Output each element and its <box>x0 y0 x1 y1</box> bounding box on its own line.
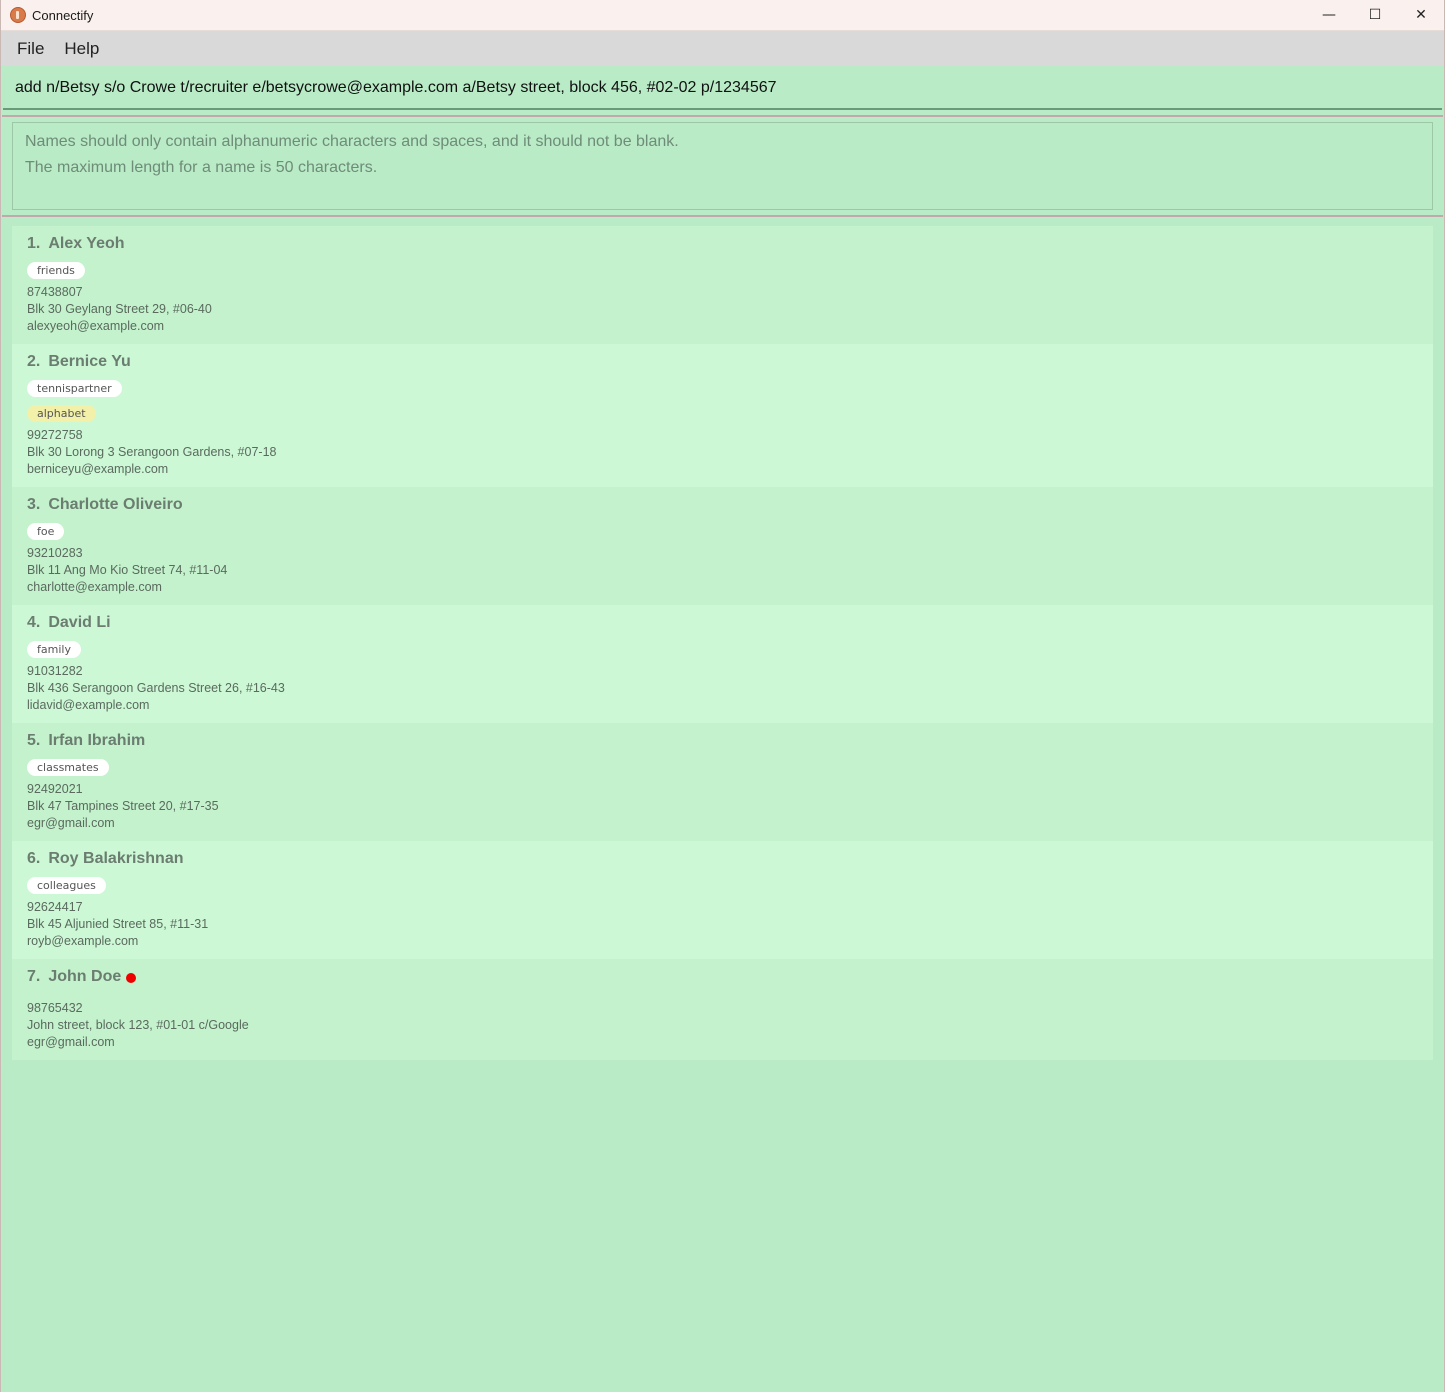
result-line-1: Names should only contain alphanumeric c… <box>25 133 679 150</box>
person-name: David Li <box>48 614 111 631</box>
person-address: Blk 30 Geylang Street 29, #06-40 <box>27 302 212 316</box>
person-card[interactable]: 2. Bernice Yu tennispartner alphabet 9927275… <box>12 344 1433 487</box>
person-phone: 91031282 <box>27 664 83 678</box>
person-list[interactable]: 1. Alex Yeoh friends 87438807 Blk 30 Geylang… <box>12 226 1433 1060</box>
person-name-row: 5. Irfan Ibrahim <box>27 730 1418 752</box>
person-name-row: 4. David Li <box>27 612 1418 634</box>
person-index: 6. <box>27 850 41 867</box>
person-address: Blk 30 Lorong 3 Serangoon Gardens, #07-1… <box>27 445 277 459</box>
tag-list: tennispartner alphabet <box>27 377 1418 427</box>
tag-list: friends <box>27 259 1418 284</box>
empty-tags-spacer <box>27 992 1418 1000</box>
person-email: egr@gmail.com <box>27 816 115 830</box>
person-card[interactable]: 1. Alex Yeoh friends 87438807 Blk 30 Geylang… <box>12 226 1433 344</box>
person-email: lidavid@example.com <box>27 698 150 712</box>
person-address: John street, block 123, #01-01 c/Google <box>27 1018 249 1032</box>
person-email: egr@gmail.com <box>27 1035 115 1049</box>
person-name: Charlotte Oliveiro <box>48 496 183 513</box>
title-bar: Connectify — ☐ ✕ <box>1 0 1444 31</box>
window-controls: — ☐ ✕ <box>1306 0 1444 31</box>
command-input[interactable] <box>15 79 1442 97</box>
tag-badge: colleagues <box>27 877 106 894</box>
person-email: alexyeoh@example.com <box>27 319 165 333</box>
person-card[interactable]: 5. Irfan Ibrahim classmates 92492021 Blk 47 … <box>12 723 1433 841</box>
command-box <box>3 68 1442 110</box>
person-phone: 92492021 <box>27 782 83 796</box>
person-name: John Doe <box>48 968 122 985</box>
person-address: Blk 436 Serangoon Gardens Street 26, #16… <box>27 681 285 695</box>
divider <box>2 115 1443 117</box>
person-index: 5. <box>27 732 41 749</box>
person-index: 2. <box>27 353 41 370</box>
person-name-row: 6. Roy Balakrishnan <box>27 848 1418 870</box>
person-index: 3. <box>27 496 41 513</box>
tag-list <box>27 992 1418 1000</box>
person-name-row: 3. Charlotte Oliveiro <box>27 494 1418 516</box>
person-index: 7. <box>27 968 41 985</box>
person-card[interactable]: 7. John Doe 98765432 John street, block 123… <box>12 959 1433 1060</box>
result-display[interactable]: Names should only contain alphanumeric c… <box>12 122 1433 210</box>
person-email: charlotte@example.com <box>27 580 162 594</box>
tag-badge: tennispartner <box>27 380 122 397</box>
divider <box>2 215 1443 217</box>
person-card[interactable]: 6. Roy Balakrishnan colleagues 92624417 Blk … <box>12 841 1433 959</box>
person-index: 4. <box>27 614 41 631</box>
highlight-tag-badge: alphabet <box>27 405 96 422</box>
person-email: berniceyu@example.com <box>27 462 169 476</box>
person-index: 1. <box>27 235 41 252</box>
person-address: Blk 47 Tampines Street 20, #17-35 <box>27 799 219 813</box>
person-address: Blk 45 Aljunied Street 85, #11-31 <box>27 917 209 931</box>
close-button[interactable]: ✕ <box>1398 0 1444 31</box>
person-phone: 99272758 <box>27 428 83 442</box>
person-name: Roy Balakrishnan <box>48 850 184 867</box>
person-phone: 92624417 <box>27 900 83 914</box>
app-logo-icon <box>10 7 26 23</box>
maximize-button[interactable]: ☐ <box>1352 0 1398 31</box>
minimize-button[interactable]: — <box>1306 0 1352 31</box>
person-email: royb@example.com <box>27 934 139 948</box>
person-name-row: 1. Alex Yeoh <box>27 233 1418 255</box>
person-phone: 98765432 <box>27 1001 83 1015</box>
menu-help[interactable]: Help <box>54 39 109 59</box>
tag-badge: classmates <box>27 759 109 776</box>
person-name-row: 2. Bernice Yu <box>27 351 1418 373</box>
tag-badge: friends <box>27 262 85 279</box>
person-card[interactable]: 4. David Li family 91031282 Blk 436 Serangoo… <box>12 605 1433 723</box>
person-phone: 87438807 <box>27 285 83 299</box>
menu-bar: File Help <box>1 31 1444 66</box>
tag-badge: foe <box>27 523 65 540</box>
tag-badge: family <box>27 641 81 658</box>
person-name: Alex Yeoh <box>48 235 125 252</box>
person-address: Blk 11 Ang Mo Kio Street 74, #11-04 <box>27 563 228 577</box>
window-title: Connectify <box>32 7 94 23</box>
tag-list: classmates <box>27 756 1418 781</box>
tag-list: colleagues <box>27 874 1418 899</box>
person-phone: 93210283 <box>27 546 83 560</box>
person-name: Bernice Yu <box>48 353 131 370</box>
status-dot-icon <box>126 972 137 983</box>
tag-list: foe <box>27 520 1418 545</box>
menu-file[interactable]: File <box>7 39 54 59</box>
person-card[interactable]: 3. Charlotte Oliveiro foe 93210283 Blk 11 An… <box>12 487 1433 605</box>
person-name-row: 7. John Doe <box>27 966 1418 988</box>
tag-list: family <box>27 638 1418 663</box>
person-name: Irfan Ibrahim <box>48 732 146 749</box>
result-line-2: The maximum length for a name is 50 char… <box>25 159 378 176</box>
